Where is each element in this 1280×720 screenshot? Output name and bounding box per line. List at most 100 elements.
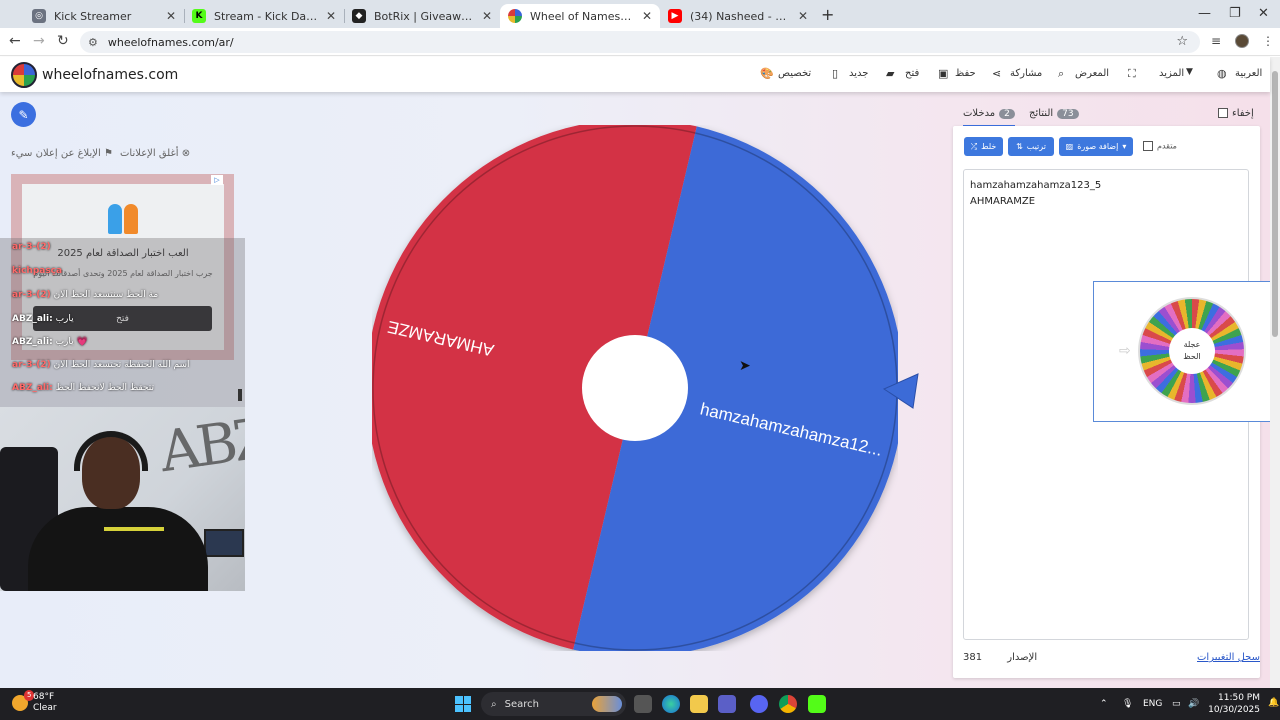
clock-date: 10/30/2025 [1208, 705, 1260, 715]
chat-message: ABZ_ali: تتحقظ الحظ لانحفظ الحظ [12, 383, 155, 393]
back-icon[interactable]: ← [9, 33, 21, 49]
new-tab-icon[interactable]: + [821, 5, 834, 24]
weather-desc: Clear [33, 703, 57, 713]
task-view-icon[interactable] [634, 695, 652, 713]
palette-icon: 🎨 [760, 67, 774, 80]
wheel-pointer-icon [882, 373, 919, 409]
close-tab-icon[interactable]: ✕ [166, 9, 176, 23]
botrix-icon: ◆ [352, 9, 366, 23]
input-language[interactable]: ENG [1143, 699, 1162, 709]
tab-entries[interactable]: مدخلات 2 [963, 108, 1015, 127]
nav-customize[interactable]: تخصيص [778, 68, 811, 79]
preview-wheel-center: عجلة الحظ [1169, 328, 1215, 374]
edge-icon[interactable] [662, 695, 680, 713]
profile-avatar[interactable] [1235, 34, 1249, 48]
advanced-checkbox[interactable] [1143, 141, 1153, 151]
network-icon[interactable]: ▭ [1172, 699, 1181, 709]
close-window-icon[interactable]: ✕ [1258, 6, 1269, 21]
version-info: 381 الإصدار [963, 652, 1037, 663]
bookmark-star-icon[interactable]: ☆ [1176, 34, 1188, 49]
close-tab-icon[interactable]: ✕ [798, 9, 808, 23]
wheel-of-names[interactable]: AHMARAMZE hamzahamzahamza12... [372, 125, 898, 651]
advanced-toggle[interactable]: متقدم [1143, 141, 1177, 151]
wheel-svg[interactable]: AHMARAMZE hamzahamzahamza12... [372, 125, 898, 651]
tab-kick-streamer[interactable]: ◎ Kick Streamer ✕ [24, 4, 184, 28]
nav-more[interactable]: المزيد [1159, 68, 1184, 79]
wheel-center[interactable] [582, 335, 688, 441]
close-tab-icon[interactable]: ✕ [326, 9, 336, 23]
chrome-icon[interactable] [779, 695, 797, 713]
chat-message: ar-3-(2) [12, 242, 51, 252]
tab-youtube[interactable]: ▶ (34) Nasheed - HUDDIMANA (I ✕ [660, 4, 816, 28]
add-image-button[interactable]: ▨ إضافة صورة ▾ [1059, 137, 1133, 156]
bell-icon[interactable]: 🔔 [1268, 698, 1279, 708]
scrollbar-thumb[interactable] [1272, 71, 1278, 337]
save-icon: ▣ [938, 67, 949, 80]
microphone-icon[interactable]: 🎙 [1122, 699, 1133, 709]
kick-app-icon[interactable] [808, 695, 826, 713]
minimize-icon[interactable]: — [1198, 6, 1211, 21]
chat-scrollbar[interactable] [238, 389, 242, 401]
nav-open[interactable]: فتح [905, 68, 919, 79]
browser-menu-icon[interactable]: ⋮ [1262, 34, 1274, 48]
nav-language[interactable]: العربية [1235, 68, 1262, 79]
forward-icon[interactable]: → [33, 33, 45, 49]
image-icon: ▨ [1065, 142, 1074, 151]
volume-icon[interactable]: 🔊 [1188, 699, 1199, 709]
restore-icon[interactable]: ❐ [1229, 6, 1241, 21]
reload-icon[interactable]: ↻ [57, 33, 69, 49]
wheel-icon [508, 9, 522, 23]
close-ads-link[interactable]: أغلق الإعلانات ⊗ [120, 148, 190, 159]
site-info-icon[interactable]: ⚙ [88, 36, 98, 49]
close-tab-icon[interactable]: ✕ [482, 9, 492, 23]
tab-wheel-of-names[interactable]: Wheel of Names | اسم العشوائي ✕ [500, 4, 660, 28]
weather-temp: 68°F [33, 692, 55, 702]
wall-logo-abz: ABZ [156, 407, 245, 486]
windows-taskbar: 5 68°F Clear ⌕ Search ⌃ 🎙 ENG ▭ 🔊 11:50 … [0, 688, 1280, 720]
tab-kick-dashboard[interactable]: K Stream - Kick Dashboard ✕ [184, 4, 344, 28]
open-folder-icon: ▰ [886, 67, 895, 80]
reading-list-icon[interactable]: ≡ [1211, 34, 1221, 48]
chat-message: kichpasça [12, 266, 63, 276]
ad-info-icon[interactable]: ▷ [211, 175, 223, 185]
nav-gallery[interactable]: المعرض [1075, 68, 1109, 79]
report-ad-link[interactable]: الإبلاغ عن إعلان سيء ⚑ [11, 148, 113, 159]
nav-new[interactable]: جديد [849, 68, 868, 79]
search-icon: ⌕ [491, 698, 497, 710]
shuffle-button[interactable]: ⤮ خلط [964, 137, 1003, 156]
site-logo[interactable] [11, 62, 37, 88]
taskbar-search[interactable]: ⌕ Search [481, 692, 626, 716]
new-file-icon: ▯ [832, 67, 839, 80]
edit-pencil-button[interactable]: ✎ [11, 102, 36, 127]
stream-chat-overlay: ar-3-(2) kichpasça ar-3-(2) مة الحظ سنتس… [0, 238, 245, 408]
page-scrollbar[interactable] [1270, 57, 1280, 688]
nav-save[interactable]: حفظ [955, 68, 976, 79]
webcam-feed: ABZ [0, 407, 245, 591]
windows-start-icon[interactable] [455, 696, 471, 712]
heart-emoji-icon: 💗 [76, 337, 88, 347]
chat-message: ar-3-(2) اسم الله الحنفظة تحتسعد الحظ ال… [12, 360, 190, 370]
discord-icon[interactable] [750, 695, 768, 713]
site-name[interactable]: wheelofnames.com [42, 67, 178, 83]
globe-icon: ◍ [1217, 67, 1227, 80]
streamer-body [28, 507, 208, 591]
nav-share[interactable]: مشاركة [1010, 68, 1042, 79]
tray-chevron-icon[interactable]: ⌃ [1100, 699, 1108, 709]
tab-botrix[interactable]: ◆ BotRix | Giveaways ✕ [344, 4, 500, 28]
version-label: الإصدار [1007, 652, 1038, 663]
changelog-link[interactable]: سجل التغييرات [1197, 652, 1260, 663]
shirt-trim [104, 527, 164, 531]
file-explorer-icon[interactable] [690, 695, 708, 713]
close-tab-icon[interactable]: ✕ [642, 9, 652, 23]
address-bar[interactable]: ⚙ wheelofnames.com/ar/ ☆ [80, 31, 1200, 53]
fullscreen-icon[interactable]: ⛶ [1128, 67, 1136, 81]
youtube-icon: ▶ [668, 9, 682, 23]
hide-checkbox[interactable] [1218, 108, 1228, 118]
system-clock[interactable]: 11:50 PM 10/30/2025 [1208, 692, 1260, 716]
teams-icon[interactable] [718, 695, 736, 713]
tab-title: Stream - Kick Dashboard [214, 9, 318, 23]
sort-button[interactable]: ⇅ ترتيب [1008, 137, 1054, 156]
tab-results[interactable]: النتائج 73 [1029, 108, 1079, 119]
browser-tab-strip: ◎ Kick Streamer ✕ K Stream - Kick Dashbo… [0, 0, 1280, 28]
hide-panel-toggle[interactable]: إخفاء [1218, 108, 1254, 119]
